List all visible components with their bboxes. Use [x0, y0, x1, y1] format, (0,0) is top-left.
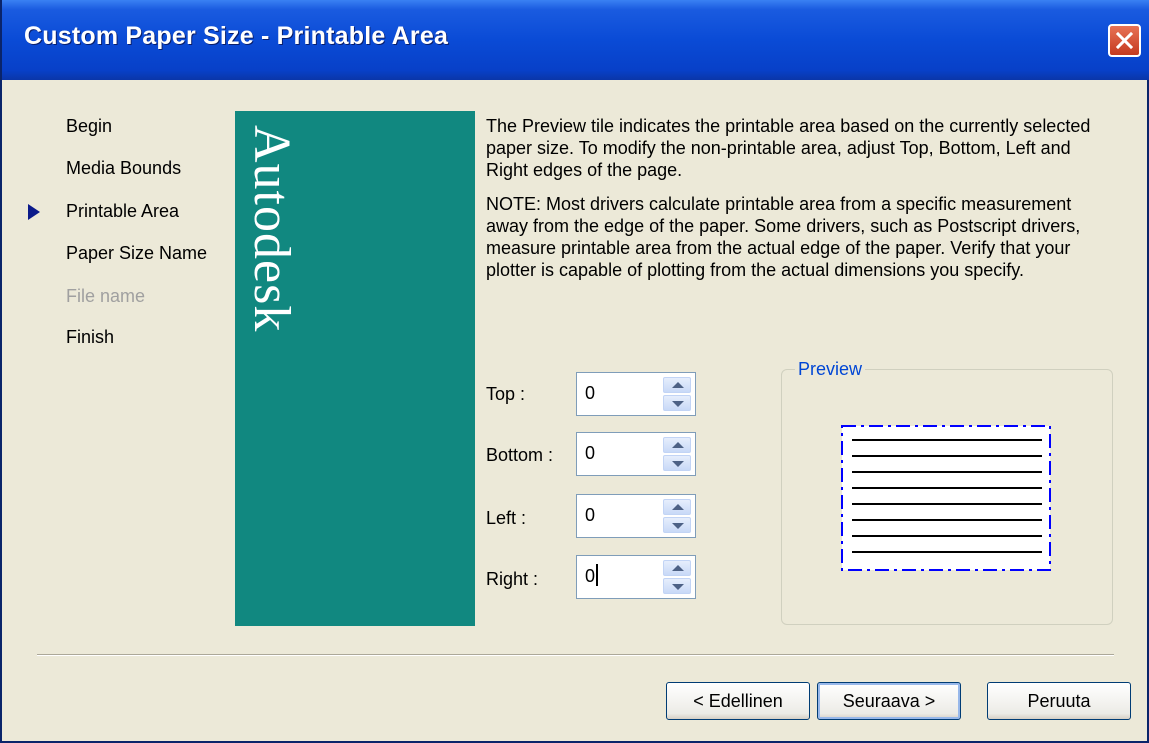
- bottom-spinner[interactable]: 0: [576, 432, 696, 476]
- arrow-down-icon: [672, 584, 684, 590]
- arrow-up-icon: [672, 504, 684, 510]
- divider: [37, 654, 1114, 656]
- right-spinner[interactable]: 0: [576, 555, 696, 599]
- close-button[interactable]: [1108, 24, 1141, 57]
- left-input[interactable]: 0: [585, 505, 595, 526]
- step-paper-size-name: Paper Size Name: [66, 243, 208, 263]
- right-spin-up-button[interactable]: [663, 560, 691, 576]
- top-label: Top :: [486, 384, 526, 404]
- left-label: Left :: [486, 508, 527, 528]
- left-spin-up-button[interactable]: [663, 499, 691, 515]
- step-media-bounds: Media Bounds: [66, 158, 182, 178]
- preview-legend: Preview: [795, 359, 866, 380]
- cancel-button[interactable]: Peruuta: [987, 682, 1131, 720]
- dialog-window: Custom Paper Size - Printable Area Begin…: [0, 0, 1149, 743]
- left-spin-down-button[interactable]: [663, 517, 691, 533]
- bottom-label: Bottom :: [486, 445, 554, 465]
- description: The Preview tile indicates the printable…: [486, 115, 1106, 293]
- arrow-up-icon: [672, 442, 684, 448]
- top-input[interactable]: 0: [585, 383, 595, 404]
- arrow-down-icon: [672, 461, 684, 467]
- preview-tile: [841, 425, 1051, 571]
- current-step-arrow-icon: [28, 204, 40, 220]
- title-bar[interactable]: Custom Paper Size - Printable Area: [2, 0, 1149, 80]
- right-spin-down-button[interactable]: [663, 578, 691, 594]
- text-caret: [596, 564, 598, 586]
- right-label: Right :: [486, 569, 539, 589]
- close-icon: [1116, 32, 1133, 49]
- description-paragraph-1: The Preview tile indicates the printable…: [486, 116, 1091, 180]
- arrow-up-icon: [672, 565, 684, 571]
- back-button[interactable]: < Edellinen: [666, 682, 810, 720]
- step-finish: Finish: [66, 327, 115, 347]
- next-button[interactable]: Seuraava >: [817, 682, 961, 720]
- window-title: Custom Paper Size - Printable Area: [24, 22, 449, 50]
- step-file-name: File name: [66, 286, 146, 306]
- bottom-input[interactable]: 0: [585, 443, 595, 464]
- step-printable-area: Printable Area: [66, 201, 180, 221]
- right-input[interactable]: 0: [585, 566, 595, 587]
- arrow-down-icon: [672, 523, 684, 529]
- step-begin: Begin: [66, 116, 113, 136]
- autodesk-logo: Autodesk: [243, 125, 300, 333]
- arrow-down-icon: [672, 401, 684, 407]
- top-spin-up-button[interactable]: [663, 377, 691, 393]
- arrow-up-icon: [672, 382, 684, 388]
- top-spin-down-button[interactable]: [663, 395, 691, 411]
- top-spinner[interactable]: 0: [576, 372, 696, 416]
- bottom-spin-up-button[interactable]: [663, 437, 691, 453]
- bottom-spin-down-button[interactable]: [663, 455, 691, 471]
- left-spinner[interactable]: 0: [576, 494, 696, 538]
- description-paragraph-2: NOTE: Most drivers calculate printable a…: [486, 194, 1081, 280]
